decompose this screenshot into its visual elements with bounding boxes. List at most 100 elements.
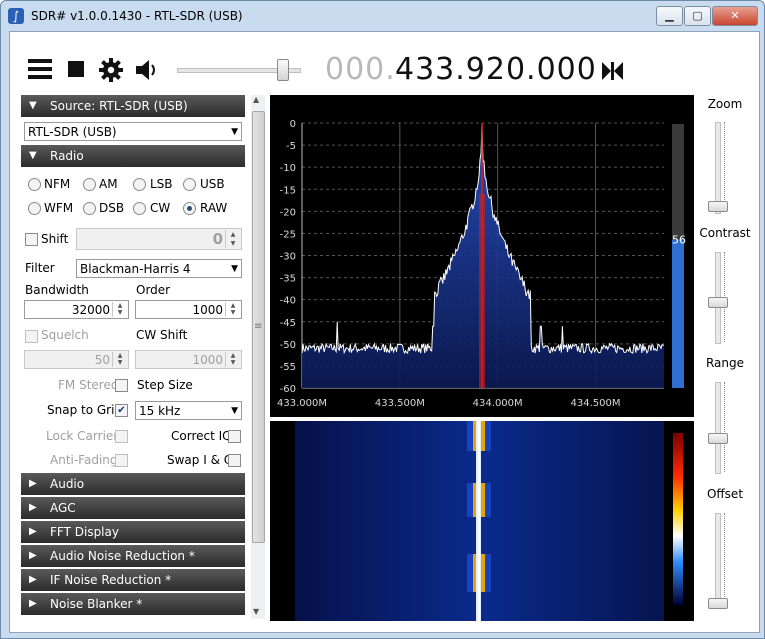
close-button[interactable]: ✕	[712, 6, 758, 26]
app-window: ∫ SDR# v1.0.0.1430 - RTL-SDR (USB) ▁ ▢ ✕	[0, 0, 765, 639]
if-noise-reduction-section-header[interactable]: ▶ IF Noise Reduction *	[21, 569, 245, 591]
squelch-input[interactable]: 50 ▲ ▼	[24, 350, 129, 369]
volume-slider-thumb[interactable]	[277, 59, 289, 81]
spin-arrows-icon[interactable]: ▲ ▼	[225, 352, 240, 367]
expand-arrow-icon: ▶	[29, 598, 37, 609]
spin-arrows-icon[interactable]: ▲ ▼	[112, 352, 127, 367]
correct-iq-checkbox[interactable]	[228, 430, 241, 443]
fm-stereo-checkbox[interactable]	[115, 379, 128, 392]
center-frequency-icon[interactable]	[602, 62, 624, 83]
snap-to-grid-checkbox[interactable]: ✔	[115, 404, 128, 417]
x-tick-label: 433.000M	[277, 398, 327, 409]
zoom-ticks	[724, 122, 729, 212]
radio-nfm[interactable]	[28, 178, 41, 191]
scroll-down-icon[interactable]: ▼	[253, 607, 259, 616]
splitter-grip-icon[interactable]: ≡	[254, 321, 262, 332]
offset-slider-thumb[interactable]	[708, 598, 728, 609]
swap-iq-checkbox[interactable]	[228, 454, 241, 467]
source-device-select[interactable]: RTL-SDR (USB) ▼	[24, 122, 242, 141]
lock-carrier-label: Lock Carrier	[46, 429, 119, 443]
filter-value: Blackman-Harris 4	[80, 262, 191, 276]
squelch-checkbox[interactable]	[25, 330, 38, 343]
y-tick-label: -30	[280, 252, 296, 263]
noise-blanker-section-header[interactable]: ▶ Noise Blanker *	[21, 593, 245, 615]
dropdown-arrow-icon: ▼	[231, 264, 238, 274]
waterfall-chart[interactable]	[270, 421, 694, 621]
audio-section-header[interactable]: ▶ Audio	[21, 473, 245, 495]
section-label: FFT Display	[50, 525, 119, 539]
maximize-button[interactable]: ▢	[684, 6, 711, 26]
filter-select[interactable]: Blackman-Harris 4 ▼	[76, 259, 242, 278]
cw-shift-value: 1000	[192, 353, 223, 367]
contrast-slider-thumb[interactable]	[708, 297, 728, 308]
order-value: 1000	[192, 303, 223, 317]
offset-track[interactable]	[715, 513, 721, 605]
shift-checkbox[interactable]	[25, 233, 38, 246]
order-input[interactable]: 1000 ▲ ▼	[135, 300, 242, 319]
radio-nfm-label: NFM	[44, 177, 71, 191]
y-tick-label: -25	[280, 229, 296, 240]
range-slider-thumb[interactable]	[708, 433, 728, 444]
minimize-button[interactable]: ▁	[656, 6, 683, 26]
menu-icon[interactable]	[28, 58, 52, 83]
lock-carrier-checkbox[interactable]	[115, 430, 128, 443]
step-size-value: 15 kHz	[139, 404, 181, 418]
range-track[interactable]	[715, 382, 721, 474]
expand-arrow-icon: ▶	[29, 502, 37, 513]
fft-display-section-header[interactable]: ▶ FFT Display	[21, 521, 245, 543]
radio-am[interactable]	[83, 178, 96, 191]
title-bar[interactable]: ∫ SDR# v1.0.0.1430 - RTL-SDR (USB) ▁ ▢ ✕	[1, 1, 764, 31]
bandwidth-value: 32000	[71, 303, 110, 317]
y-tick-label: -60	[280, 384, 296, 395]
waterfall-display[interactable]	[270, 421, 694, 621]
range-ticks	[724, 382, 729, 472]
spin-arrows-icon[interactable]: ▲ ▼	[225, 302, 240, 317]
x-tick-label: 434.500M	[571, 398, 621, 409]
radio-lsb[interactable]	[133, 178, 146, 191]
spectrum-analyzer[interactable]: 0 -5 -10 -15 -20 -25 -30 -35 -40 -45 -50 -55 -60 433.…	[270, 95, 694, 417]
frequency-prefix[interactable]: 000.	[325, 52, 396, 87]
radio-dsb-label: DSB	[99, 201, 125, 215]
display-controls: Zoom Contrast Range Offset	[694, 95, 756, 621]
stop-icon[interactable]	[68, 61, 84, 80]
correct-iq-label: Correct IQ	[171, 429, 232, 443]
spectrum-chart[interactable]: 0 -5 -10 -15 -20 -25 -30 -35 -40 -45 -50 -55 -60 433.…	[270, 95, 694, 417]
volume-slider[interactable]	[177, 58, 302, 82]
radio-raw-label: RAW	[200, 201, 228, 215]
radio-section-header[interactable]: ▼ Radio	[21, 145, 245, 167]
scroll-up-icon[interactable]: ▲	[253, 95, 259, 104]
radio-wfm[interactable]	[28, 202, 41, 215]
audio-noise-reduction-section-header[interactable]: ▶ Audio Noise Reduction *	[21, 545, 245, 567]
zoom-slider-thumb[interactable]	[708, 201, 728, 212]
frequency-display[interactable]: 433.920.000	[395, 52, 597, 87]
agc-section-header[interactable]: ▶ AGC	[21, 497, 245, 519]
level-meter-fill	[672, 239, 684, 388]
source-section-header[interactable]: ▼ Source: RTL-SDR (USB)	[21, 95, 245, 117]
control-panel: ▼ Source: RTL-SDR (USB) RTL-SDR (USB) ▼ ▼…	[21, 95, 245, 619]
radio-header-label: Radio	[50, 149, 84, 163]
panel-scrollbar[interactable]: ▲ ▼	[251, 95, 265, 619]
spin-arrows-icon[interactable]: ▲ ▼	[112, 302, 127, 317]
speaker-icon[interactable]	[135, 58, 161, 85]
radio-cw[interactable]	[133, 202, 146, 215]
gear-icon[interactable]	[99, 58, 123, 85]
y-tick-label: -50	[280, 340, 296, 351]
waterfall-color-scale	[673, 433, 683, 605]
filter-label: Filter	[25, 261, 55, 275]
anti-fading-checkbox[interactable]	[115, 454, 128, 467]
dropdown-arrow-icon: ▼	[231, 127, 238, 137]
bandwidth-input[interactable]: 32000 ▲ ▼	[24, 300, 129, 319]
section-label: AGC	[50, 501, 76, 515]
level-meter-value: 56	[672, 234, 686, 247]
step-size-select[interactable]: 15 kHz ▼	[135, 401, 242, 420]
spin-arrows-icon[interactable]: ▲ ▼	[225, 230, 240, 248]
shift-input[interactable]: 0 ▲ ▼	[76, 228, 242, 250]
source-device-value: RTL-SDR (USB)	[28, 125, 117, 139]
radio-usb[interactable]	[183, 178, 196, 191]
radio-wfm-label: WFM	[44, 201, 74, 215]
radio-dsb[interactable]	[83, 202, 96, 215]
cw-shift-input[interactable]: 1000 ▲ ▼	[135, 350, 242, 369]
radio-raw[interactable]	[183, 202, 196, 215]
y-tick-label: -10	[280, 163, 296, 174]
contrast-label: Contrast	[699, 226, 751, 240]
